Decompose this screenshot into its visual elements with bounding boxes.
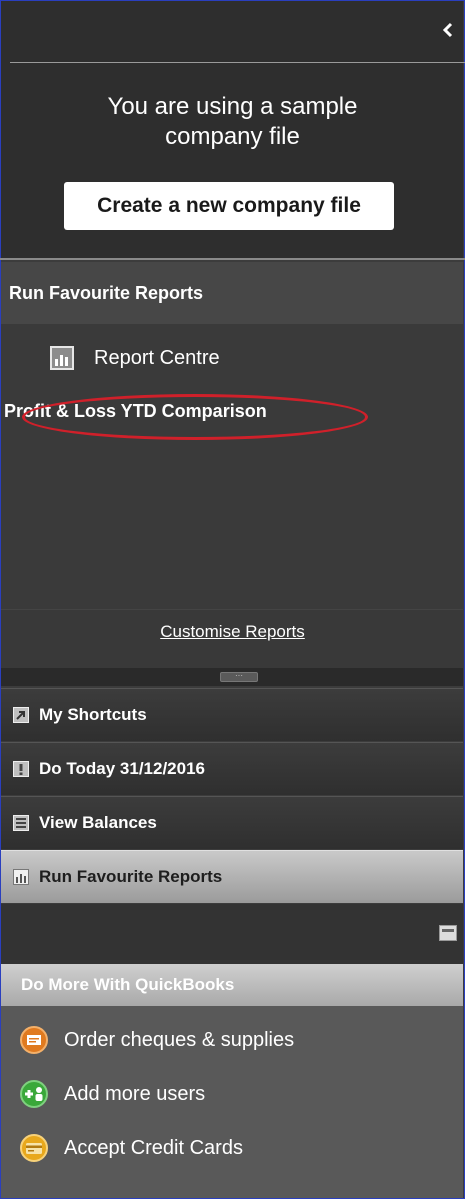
more-item-label: Order cheques & supplies <box>64 1028 295 1051</box>
shortcut-arrow-icon <box>13 707 29 723</box>
more-item-label: Accept Credit Cards <box>64 1136 243 1159</box>
customise-reports-link[interactable]: Customise Reports <box>0 622 465 642</box>
nav-label: View Balances <box>39 813 157 832</box>
divider <box>0 258 465 260</box>
exclamation-icon <box>13 761 29 777</box>
report-icon <box>50 346 74 370</box>
toolbar-strip <box>1 904 463 964</box>
cheque-icon <box>20 1026 48 1054</box>
report-centre-link[interactable]: Report Centre <box>50 346 220 370</box>
report-centre-label: Report Centre <box>94 346 220 369</box>
nav-my-shortcuts[interactable]: My Shortcuts <box>1 688 463 741</box>
sample-company-message: You are using a sample company file <box>107 93 358 150</box>
nav-do-today[interactable]: Do Today 31/12/2016 <box>1 742 463 795</box>
do-more-header: Do More With QuickBooks <box>1 964 463 1006</box>
credit-card-icon <box>20 1134 48 1162</box>
bar-chart-icon <box>13 869 29 885</box>
accept-credit-cards-link[interactable]: Accept Credit Cards <box>20 1134 243 1162</box>
nav-run-favourite-reports[interactable]: Run Favourite Reports <box>1 850 463 903</box>
nav-label: Do Today 31/12/2016 <box>39 759 205 778</box>
minimize-icon[interactable] <box>439 925 457 941</box>
splitter-grip-handle[interactable]: ··· <box>220 672 258 682</box>
nav-label: My Shortcuts <box>39 705 147 724</box>
order-cheques-link[interactable]: Order cheques & supplies <box>20 1026 294 1054</box>
chevron-left-icon[interactable] <box>441 20 455 40</box>
balances-icon <box>13 815 29 831</box>
profit-loss-ytd-report-link[interactable]: Profit & Loss YTD Comparison <box>4 401 267 422</box>
nav-view-balances[interactable]: View Balances <box>1 796 463 849</box>
nav-label: Run Favourite Reports <box>39 867 223 886</box>
create-company-file-button[interactable]: Create a new company file <box>64 182 394 230</box>
favourite-reports-header: Run Favourite Reports <box>1 262 463 324</box>
add-more-users-link[interactable]: Add more users <box>20 1080 205 1108</box>
divider <box>10 62 465 63</box>
more-item-label: Add more users <box>64 1082 206 1105</box>
add-user-icon <box>20 1080 48 1108</box>
